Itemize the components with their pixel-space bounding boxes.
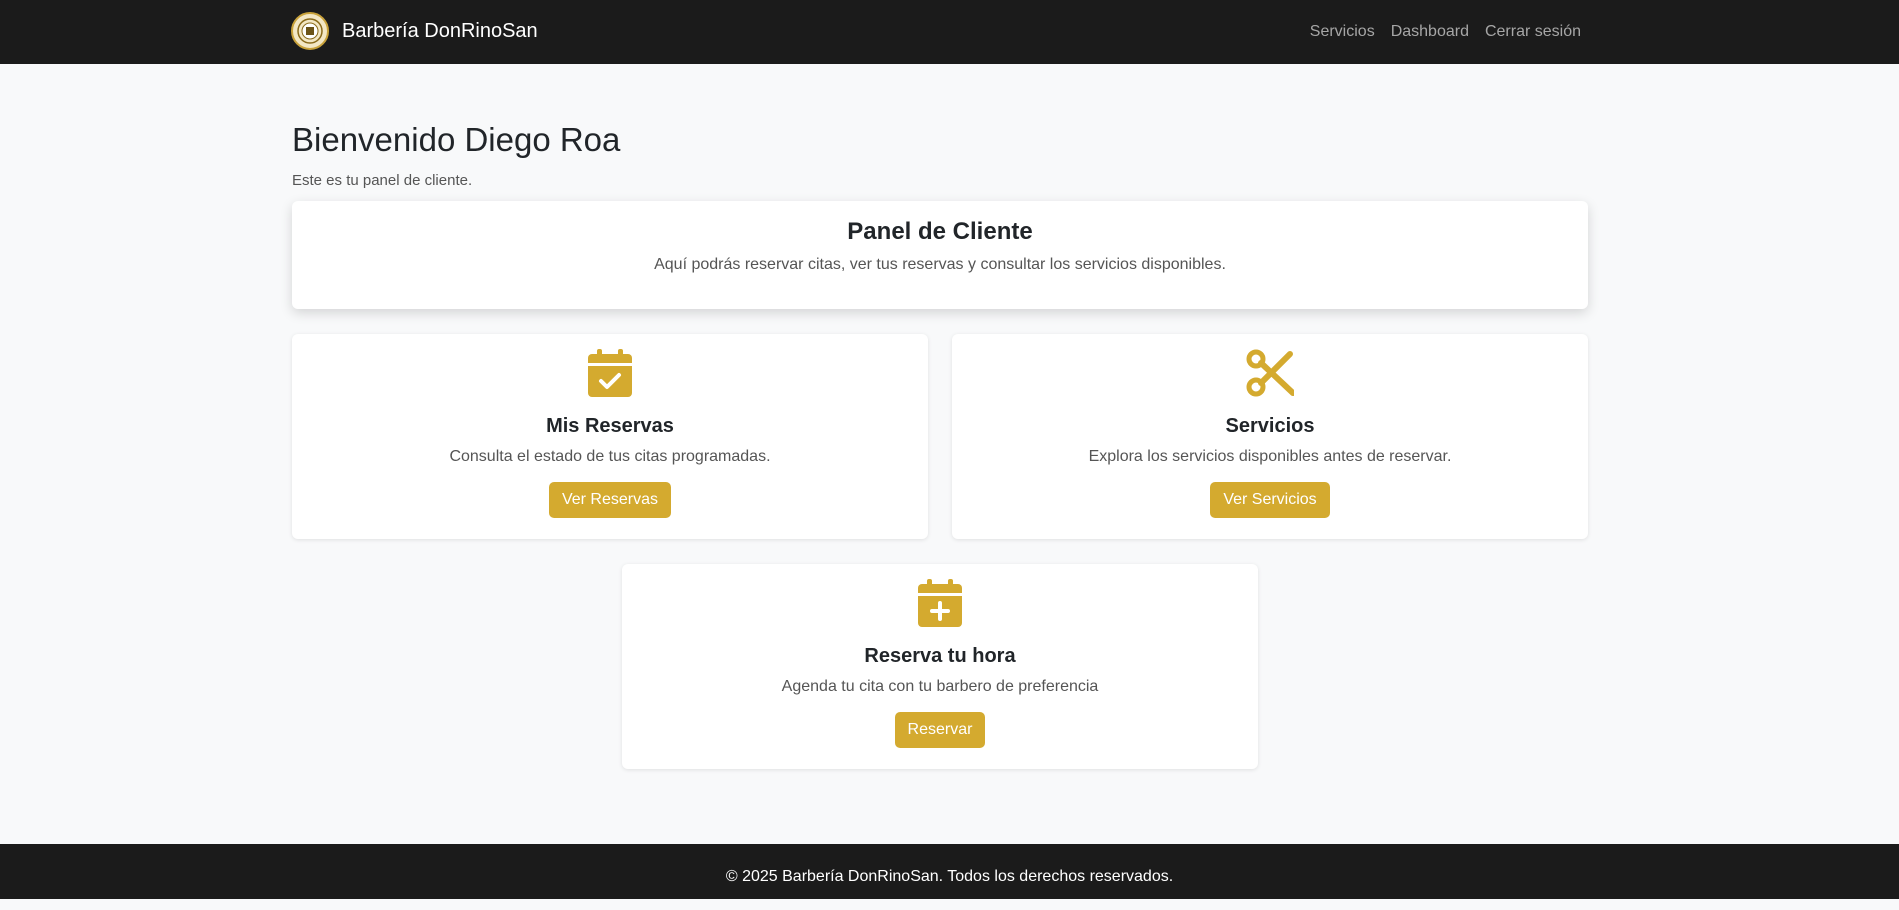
my-reservations-text: Consulta el estado de tus citas programa… — [449, 448, 771, 465]
book-appointment-text: Agenda tu cita con tu barbero de prefere… — [781, 678, 1099, 695]
book-appointment-card: Reserva tu hora Agenda tu cita con tu ba… — [622, 564, 1258, 769]
client-panel-text: Aquí podrás reservar citas, ver tus rese… — [654, 256, 1226, 273]
client-panel-title: Panel de Cliente — [847, 218, 1033, 245]
services-text: Explora los servicios disponibles antes … — [1088, 448, 1452, 465]
navbar: Barbería DonRinoSan Servicios Dashboard … — [0, 0, 1899, 64]
nav-link-servicios[interactable]: Servicios — [1310, 23, 1375, 41]
calendar-check-icon — [588, 349, 632, 397]
book-appointment-title: Reserva tu hora — [864, 645, 1016, 667]
brand-link[interactable]: Barbería DonRinoSan — [291, 10, 538, 52]
view-services-button[interactable]: Ver Servicios — [1210, 482, 1330, 518]
page-subtitle: Este es tu panel de cliente. — [292, 172, 473, 189]
book-button[interactable]: Reservar — [894, 712, 986, 748]
barbershop-logo-icon — [291, 12, 329, 50]
my-reservations-title: Mis Reservas — [546, 415, 674, 437]
footer: © 2025 Barbería DonRinoSan. Todos los de… — [0, 844, 1899, 899]
services-card: Servicios Explora los servicios disponib… — [952, 334, 1588, 539]
scissors-icon — [1246, 349, 1294, 397]
nav-link-dashboard[interactable]: Dashboard — [1391, 23, 1469, 41]
page-title: Bienvenido Diego Roa — [292, 121, 621, 158]
brand-name: Barbería DonRinoSan — [342, 19, 538, 42]
nav-links: Servicios Dashboard Cerrar sesión — [1310, 0, 1581, 64]
view-reservations-button[interactable]: Ver Reservas — [548, 482, 672, 518]
my-reservations-card: Mis Reservas Consulta el estado de tus c… — [292, 334, 928, 539]
nav-link-logout[interactable]: Cerrar sesión — [1485, 23, 1581, 41]
calendar-plus-icon — [918, 579, 962, 627]
client-panel-card: Panel de Cliente Aquí podrás reservar ci… — [292, 201, 1588, 309]
main-content: Bienvenido Diego Roa Este es tu panel de… — [292, 64, 1588, 769]
services-title: Servicios — [1225, 415, 1315, 437]
footer-text: © 2025 Barbería DonRinoSan. Todos los de… — [725, 868, 1174, 885]
